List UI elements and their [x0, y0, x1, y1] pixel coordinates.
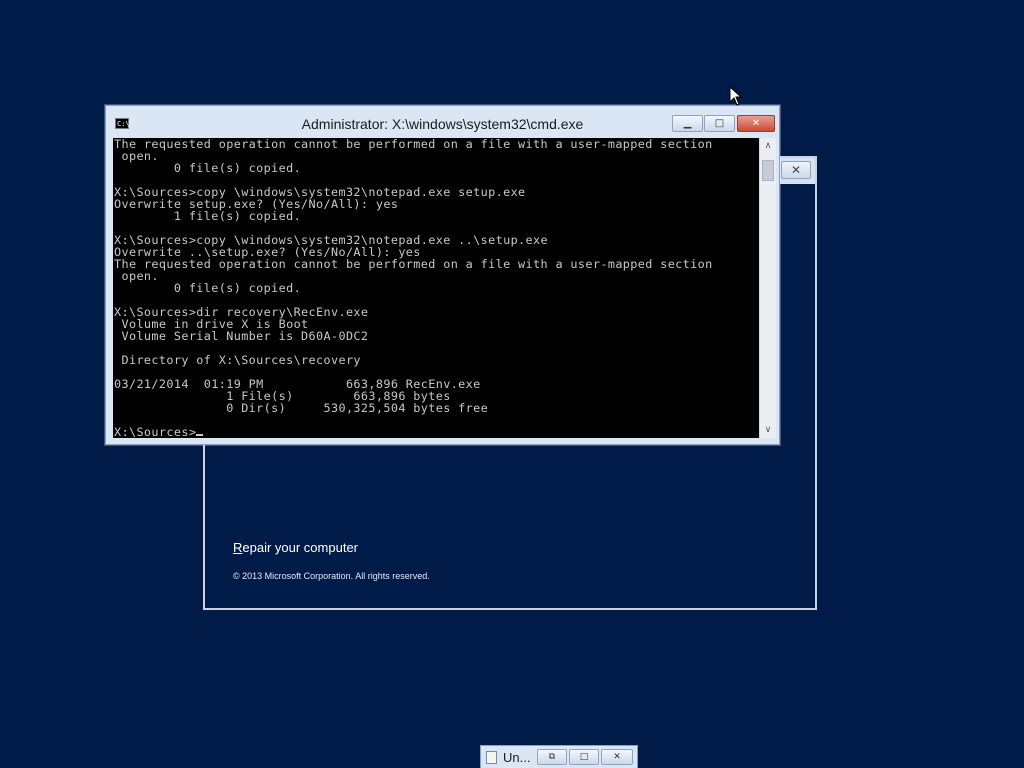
console-output-area[interactable]: The requested operation cannot be perfor… — [113, 138, 759, 438]
desktop: ✕ Repair your computer © 2013 Microsoft … — [0, 0, 1024, 768]
vertical-scrollbar[interactable]: ∧ ∨ — [759, 138, 776, 438]
setup-close-button[interactable]: ✕ — [781, 161, 811, 179]
mouse-pointer-icon — [729, 86, 743, 106]
repair-your-computer-link[interactable]: Repair your computer — [233, 540, 358, 555]
maximize-button-minimized[interactable]: □ — [569, 749, 599, 765]
scroll-thumb[interactable] — [762, 160, 774, 181]
close-button-minimized[interactable]: ✕ — [601, 749, 633, 765]
console-history: The requested operation cannot be perfor… — [114, 138, 713, 415]
cmd-titlebar[interactable]: C:\ Administrator: X:\windows\system32\c… — [106, 106, 779, 138]
text-cursor — [196, 434, 204, 436]
console-prompt: X:\Sources> — [114, 425, 197, 438]
console-text: The requested operation cannot be perfor… — [113, 138, 759, 438]
repair-link-accelerator: R — [233, 540, 243, 555]
maximize-button[interactable]: □ — [704, 115, 735, 132]
minimize-button[interactable]: ▁ — [672, 115, 703, 132]
scroll-down-arrow-icon[interactable]: ∨ — [760, 422, 776, 438]
copyright-text: © 2013 Microsoft Corporation. All rights… — [233, 571, 430, 581]
minimized-window-tab[interactable]: Un... ⧉ □ ✕ — [480, 745, 638, 768]
cmd-window: C:\ Administrator: X:\windows\system32\c… — [105, 105, 780, 445]
close-button[interactable]: ✕ — [737, 115, 775, 132]
minimized-window-label: Un... — [503, 750, 531, 765]
restore-button[interactable]: ⧉ — [537, 749, 567, 765]
window-icon — [486, 751, 497, 764]
scroll-up-arrow-icon[interactable]: ∧ — [760, 138, 776, 154]
repair-link-text: epair your computer — [242, 540, 359, 555]
